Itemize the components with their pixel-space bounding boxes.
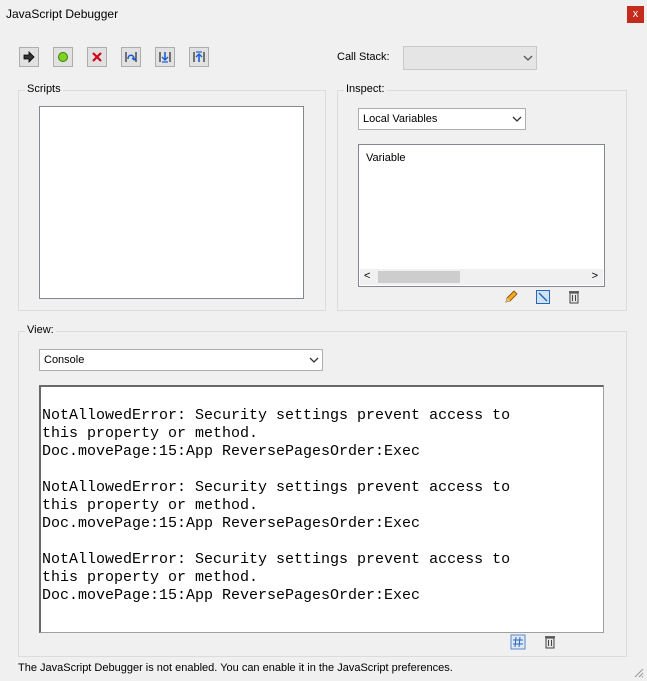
call-stack-label: Call Stack:: [337, 51, 390, 63]
step-out-icon: [193, 51, 205, 62]
chevron-down-icon: [306, 350, 322, 370]
horizontal-scrollbar[interactable]: < >: [360, 269, 603, 285]
trash-icon: [545, 636, 555, 649]
resume-button[interactable]: [19, 47, 39, 67]
scripts-label: Scripts: [25, 83, 63, 95]
scroll-left-button[interactable]: <: [364, 270, 370, 282]
resume-icon: [23, 51, 35, 63]
view-label: View:: [25, 324, 56, 336]
pencil-icon: [505, 290, 518, 303]
step-over-icon: [125, 52, 137, 62]
interrupt-icon: [58, 52, 68, 62]
quit-icon: [92, 52, 102, 62]
console-output[interactable]: NotAllowedError: Security settings preve…: [39, 385, 604, 633]
inspect-dropdown[interactable]: Local Variables: [358, 108, 526, 130]
step-into-button[interactable]: [155, 47, 175, 67]
watch-button[interactable]: [535, 289, 551, 305]
scripts-list[interactable]: [39, 106, 304, 299]
window-title: JavaScript Debugger: [6, 7, 119, 21]
edit-button[interactable]: [503, 289, 519, 305]
watch-icon: [536, 290, 550, 304]
scrollbar-thumb[interactable]: [378, 271, 460, 283]
chevron-down-icon: [520, 47, 536, 69]
call-stack-dropdown[interactable]: [403, 46, 537, 70]
step-over-button[interactable]: [121, 47, 141, 67]
chevron-down-icon: [509, 109, 525, 129]
inspect-selected: Local Variables: [363, 113, 438, 125]
interrupt-button[interactable]: [53, 47, 73, 67]
variables-list[interactable]: Variable < >: [358, 144, 605, 287]
clear-console-button[interactable]: [542, 634, 558, 650]
view-dropdown[interactable]: Console: [39, 349, 323, 371]
resize-grip-icon[interactable]: [634, 668, 644, 681]
delete-variable-button[interactable]: [566, 289, 582, 305]
step-into-icon: [159, 52, 171, 63]
toggle-console-button[interactable]: [510, 634, 526, 650]
status-message: The JavaScript Debugger is not enabled. …: [18, 662, 453, 674]
trash-icon: [569, 291, 579, 304]
step-out-button[interactable]: [189, 47, 209, 67]
quit-button[interactable]: [87, 47, 107, 67]
close-button[interactable]: x: [627, 6, 644, 23]
scroll-right-button[interactable]: >: [592, 270, 598, 282]
inspect-label: Inspect:: [344, 83, 387, 95]
hash-icon: [510, 634, 526, 650]
view-selected: Console: [44, 354, 85, 366]
variable-column-header: Variable: [366, 152, 406, 164]
